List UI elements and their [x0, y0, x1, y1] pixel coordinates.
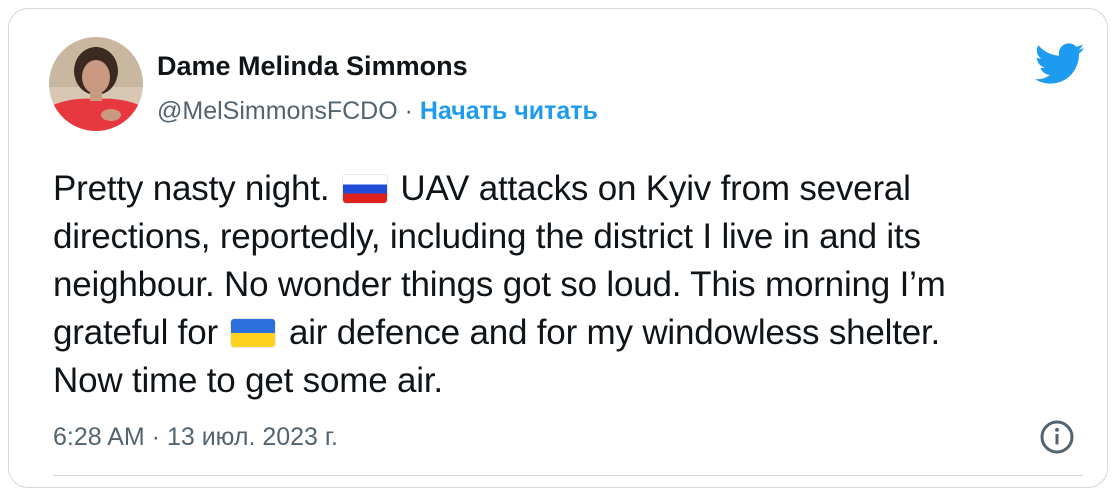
tweet-text-segment: grateful for [53, 313, 228, 352]
handle-separator: · [404, 97, 413, 125]
tweet-line: Now time to get some air. [53, 361, 443, 400]
author-name[interactable]: Dame Melinda Simmons [157, 51, 468, 82]
tweet-text-segment: UAV attacks on Kyiv from several [390, 169, 911, 208]
follow-button[interactable]: Начать читать [420, 97, 598, 125]
ukraine-flag-icon [231, 319, 276, 347]
tweet-line: Pretty nasty night. UAV attacks on Kyiv … [53, 165, 1103, 213]
tweet-text-segment: air defence and for my windowless shelte… [279, 313, 941, 352]
tweet-timestamp[interactable]: 6:28 AM · 13 июл. 2023 г. [53, 423, 338, 452]
author-handle-row: @MelSimmonsFCDO · Начать читать [157, 97, 598, 126]
avatar[interactable] [49, 37, 143, 131]
twitter-bird-icon[interactable] [1035, 43, 1085, 85]
tweet-line: neighbour. No wonder things got so loud.… [53, 265, 946, 304]
info-icon[interactable] [1039, 419, 1075, 455]
tweet-text: Pretty nasty night. UAV attacks on Kyiv … [53, 165, 1103, 405]
avatar-image [49, 37, 143, 131]
author-handle[interactable]: @MelSimmonsFCDO [157, 97, 398, 125]
tweet-line: grateful for air defence and for my wind… [53, 309, 1103, 357]
russia-flag-icon [342, 175, 387, 203]
tweet-line: directions, reportedly, including the di… [53, 217, 921, 256]
divider [53, 475, 1083, 476]
tweet-text-segment: Pretty nasty night. [53, 169, 339, 208]
tweet-card: Dame Melinda Simmons @MelSimmonsFCDO · Н… [8, 8, 1108, 488]
